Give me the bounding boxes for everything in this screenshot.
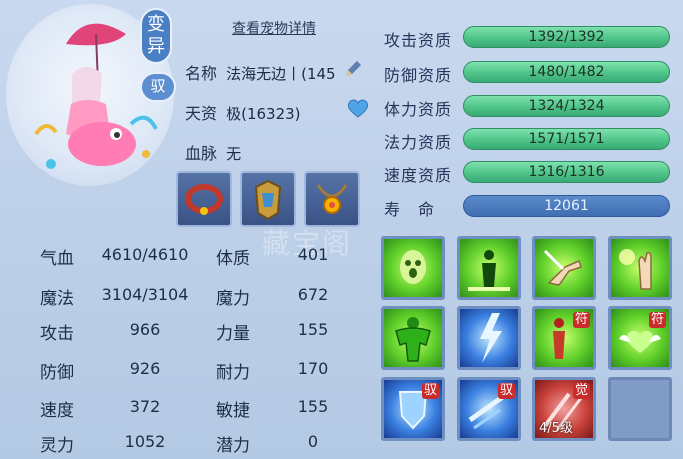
stat-value-hp: 4610/4610 — [101, 245, 189, 264]
bloodline-row: 血脉 无 — [185, 140, 241, 164]
equip-slot-armor[interactable] — [240, 171, 296, 227]
aptitude-value: 极(16323) — [226, 105, 301, 123]
skill-slot-5[interactable] — [381, 306, 445, 370]
stat-label-endurance: 耐力 — [216, 363, 250, 383]
stat-value-mp: 3104/3104 — [101, 285, 189, 304]
hand-strike-icon — [543, 249, 582, 286]
equip-slot-necklace[interactable] — [304, 171, 360, 227]
skill-slot-2[interactable] — [457, 236, 521, 300]
skill-badge-drive-2: 驭 — [497, 383, 515, 399]
necklace-icon — [316, 184, 348, 214]
skill-slot-7[interactable]: 符 — [532, 306, 596, 370]
attr-bar-speed: 1316/1316 — [463, 161, 670, 183]
skill-slot-11[interactable]: 觉 4/5级 — [532, 377, 596, 441]
armor-icon — [254, 179, 282, 221]
attr-bar-mana: 1571/1571 — [463, 128, 670, 150]
attr-bar-defense: 1480/1482 — [463, 61, 670, 83]
stat-label-defense: 防御 — [40, 363, 74, 383]
stat-value-potential: 0 — [307, 432, 319, 451]
stat-value-strength: 155 — [297, 320, 329, 339]
equip-slot-collar[interactable] — [176, 171, 232, 227]
attr-label-attack: 攻击资质 — [384, 31, 453, 50]
pet-name: 法海无边丨(145 — [226, 65, 336, 83]
stat-label-speed: 速度 — [40, 401, 74, 421]
palm-light-icon — [619, 249, 652, 290]
stat-value-agility: 155 — [297, 397, 329, 416]
attr-bar-attack: 1392/1392 — [463, 26, 670, 48]
attr-label-lifespan: 寿 命 — [384, 200, 436, 219]
stat-value-endurance: 170 — [297, 359, 329, 378]
drive-badge: 驭 — [140, 72, 176, 102]
stat-label-magic: 魔力 — [216, 289, 250, 309]
stat-label-agility: 敏捷 — [216, 401, 250, 421]
bloodline-value: 无 — [226, 145, 242, 163]
edit-name-pencil-icon[interactable] — [342, 58, 364, 80]
stat-value-speed: 372 — [129, 397, 161, 416]
skill-badge-talisman: 符 — [572, 312, 590, 328]
skill-slot-4[interactable] — [608, 236, 672, 300]
skill-slot-8[interactable]: 符 — [608, 306, 672, 370]
skill-slot-10[interactable]: 驭 — [457, 377, 521, 441]
stat-value-constitution: 401 — [297, 245, 329, 264]
aptitude-label: 天资 — [185, 104, 218, 123]
stat-label-hp: 气血 — [40, 249, 74, 269]
name-row: 名称 法海无边丨(145 — [185, 60, 336, 84]
drive-label: 驭 — [150, 77, 166, 95]
attr-label-speed: 速度资质 — [384, 166, 453, 185]
skill-level: 4/5级 — [539, 421, 573, 436]
skill-slot-9[interactable]: 驭 — [381, 377, 445, 441]
stat-value-spirit: 1052 — [124, 432, 166, 451]
aptitude-row: 天资 极(16323) — [185, 100, 301, 124]
skill-slot-3[interactable] — [532, 236, 596, 300]
skill-slot-empty[interactable] — [608, 377, 672, 441]
stat-label-potential: 潜力 — [216, 436, 250, 456]
variant-badge: 变异 — [140, 8, 172, 64]
attr-label-mana: 法力资质 — [384, 133, 453, 152]
stat-value-magic: 672 — [297, 285, 329, 304]
bloodline-label: 血脉 — [185, 144, 218, 163]
skill-badge-drive: 驭 — [421, 383, 439, 399]
variant-label: 变异 — [147, 14, 165, 57]
skill-badge-awaken: 觉 — [572, 383, 590, 399]
collar-icon — [185, 184, 223, 215]
name-label: 名称 — [185, 64, 218, 83]
attr-label-stamina: 体力资质 — [384, 100, 453, 119]
attr-bar-lifespan: 12061 — [463, 195, 670, 217]
stat-label-constitution: 体质 — [216, 249, 250, 269]
figure-light-icon — [468, 250, 510, 291]
view-pet-details-link[interactable]: 查看宠物详情 — [232, 18, 316, 38]
stat-value-defense: 926 — [129, 359, 161, 378]
stat-label-attack: 攻击 — [40, 324, 74, 344]
attr-bar-stamina: 1324/1324 — [463, 95, 670, 117]
ghost-face-icon — [400, 250, 426, 284]
lightning-icon — [480, 313, 502, 363]
skill-slot-1[interactable] — [381, 236, 445, 300]
stat-value-attack: 966 — [129, 320, 161, 339]
skill-slot-6[interactable] — [457, 306, 521, 370]
skill-badge-talisman-2: 符 — [648, 312, 666, 328]
muscle-man-icon — [395, 317, 431, 362]
stat-label-mp: 魔法 — [40, 289, 74, 309]
stat-label-spirit: 灵力 — [40, 436, 74, 456]
attr-label-defense: 防御资质 — [384, 66, 453, 85]
stat-label-strength: 力量 — [216, 324, 250, 344]
heart-icon[interactable] — [346, 97, 370, 119]
